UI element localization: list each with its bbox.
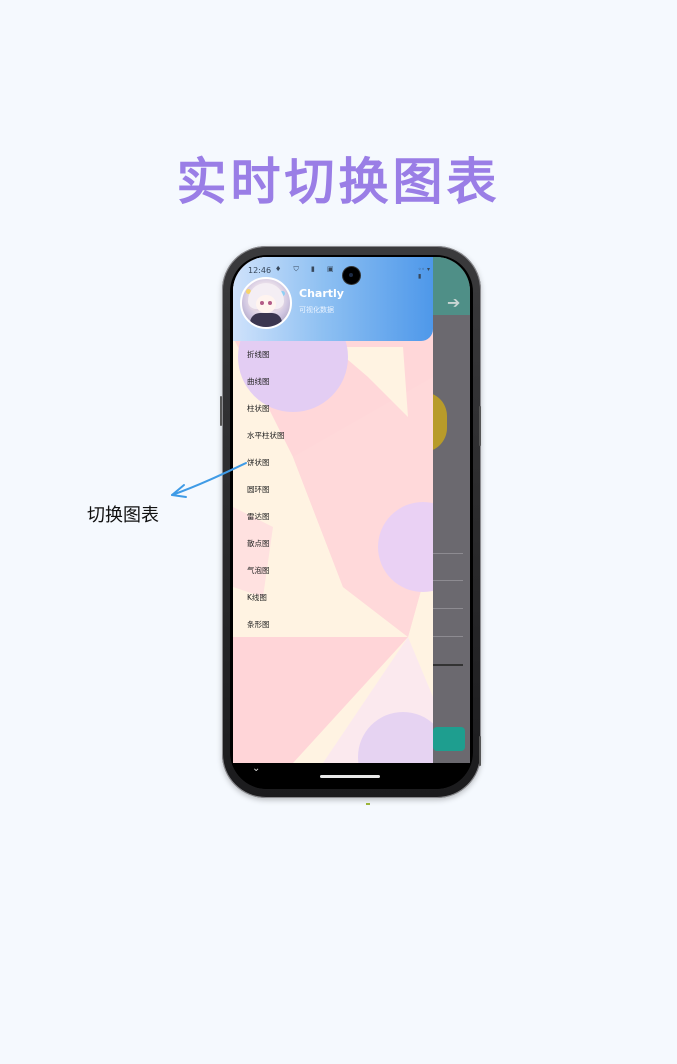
phone-side-button bbox=[479, 406, 481, 446]
menu-item-bar-chart[interactable]: 柱状图 bbox=[247, 403, 270, 414]
menu-item-strip-chart[interactable]: 条形图 bbox=[247, 619, 270, 630]
phone-frame: ➔ 12:46 ♦ ⛉ ▮ ▣ ◦◦ ▾ ▮ Chartly 可视化数据 折线图… bbox=[220, 246, 481, 798]
menu-item-curve-chart[interactable]: 曲线图 bbox=[247, 376, 270, 387]
app-name: Chartly bbox=[299, 287, 344, 300]
avatar-body bbox=[250, 313, 282, 327]
menu-item-pie-chart[interactable]: 饼状图 bbox=[247, 457, 270, 468]
status-time: 12:46 bbox=[248, 266, 272, 275]
front-camera bbox=[343, 267, 360, 284]
callout-arrow bbox=[171, 462, 247, 498]
background-divider bbox=[433, 580, 463, 581]
navigation-drawer: 12:46 ♦ ⛉ ▮ ▣ ◦◦ ▾ ▮ Chartly 可视化数据 折线图 曲… bbox=[233, 257, 433, 763]
chevron-down-icon[interactable]: ⌄ bbox=[252, 763, 260, 774]
background-divider bbox=[433, 636, 463, 637]
menu-item-scatter-chart[interactable]: 散点图 bbox=[247, 538, 270, 549]
status-signal-icons: ◦◦ ▾ ▮ bbox=[418, 266, 430, 280]
arrow-right-icon[interactable]: ➔ bbox=[447, 293, 460, 312]
home-indicator[interactable] bbox=[320, 775, 380, 778]
background-divider bbox=[433, 664, 463, 666]
menu-item-horizontal-bar-chart[interactable]: 水平柱状图 bbox=[247, 430, 285, 441]
phone-screen: ➔ 12:46 ♦ ⛉ ▮ ▣ ◦◦ ▾ ▮ Chartly 可视化数据 折线图… bbox=[233, 257, 470, 763]
menu-item-candlestick-chart[interactable]: K线图 bbox=[247, 592, 267, 603]
phone-display: ➔ 12:46 ♦ ⛉ ▮ ▣ ◦◦ ▾ ▮ Chartly 可视化数据 折线图… bbox=[230, 255, 473, 789]
background-divider bbox=[433, 608, 463, 609]
phone-side-button bbox=[479, 736, 481, 766]
callout-label: 切换图表 bbox=[87, 505, 159, 526]
menu-item-bubble-chart[interactable]: 气泡图 bbox=[247, 565, 270, 576]
avatar-eye bbox=[268, 301, 272, 305]
menu-item-line-chart[interactable]: 折线图 bbox=[247, 349, 270, 360]
system-nav-bar: ⌄ bbox=[230, 763, 473, 789]
decorative-mark bbox=[366, 803, 370, 805]
background-app-bar: ➔ bbox=[429, 257, 470, 315]
drawer-header: 12:46 ♦ ⛉ ▮ ▣ ◦◦ ▾ ▮ Chartly 可视化数据 bbox=[233, 257, 433, 341]
page-headline: 实时切换图表 bbox=[176, 153, 501, 211]
menu-item-radar-chart[interactable]: 雷达图 bbox=[247, 511, 270, 522]
menu-item-donut-chart[interactable]: 圆环图 bbox=[247, 484, 270, 495]
background-action-button[interactable] bbox=[433, 727, 465, 751]
background-divider bbox=[433, 553, 463, 554]
avatar-face bbox=[256, 295, 276, 313]
phone-side-button bbox=[220, 396, 222, 426]
avatar[interactable] bbox=[240, 277, 292, 329]
avatar-eye bbox=[260, 301, 264, 305]
status-icons: ♦ ⛉ ▮ ▣ bbox=[275, 265, 339, 273]
app-subtitle: 可视化数据 bbox=[299, 306, 334, 314]
